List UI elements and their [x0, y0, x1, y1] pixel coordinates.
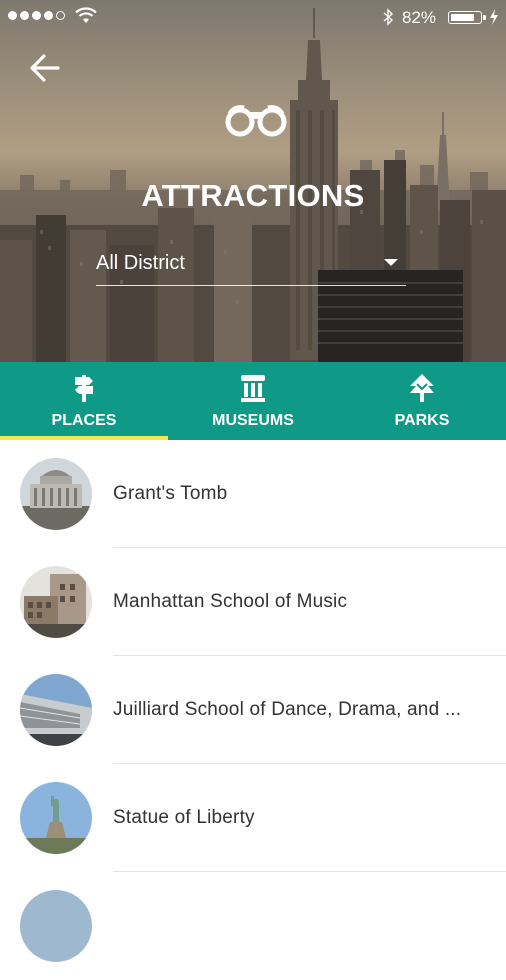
tab-places-label: PLACES — [51, 412, 117, 429]
header-hero: 82% ATTRACTIONS All District — [0, 0, 506, 362]
tab-museums-label: MUSEUMS — [212, 412, 294, 429]
museum-icon — [241, 375, 265, 402]
battery-icon — [448, 11, 486, 24]
place-thumbnail — [20, 890, 92, 962]
list-item[interactable]: Statue of Liberty — [0, 764, 506, 872]
back-arrow-icon[interactable] — [28, 52, 62, 84]
tree-icon — [410, 374, 434, 402]
tab-parks-label: PARKS — [394, 412, 450, 429]
wifi-icon — [75, 7, 97, 23]
binoculars-icon — [225, 105, 287, 137]
list-item[interactable]: Juilliard School of Dance, Drama, and ..… — [0, 656, 506, 764]
signal-dot — [44, 11, 53, 20]
district-dropdown[interactable]: All District — [96, 250, 406, 286]
signal-dot — [32, 11, 41, 20]
tab-places[interactable]: PLACES — [0, 362, 168, 440]
list-item[interactable] — [0, 872, 506, 980]
signal-dot — [8, 11, 17, 20]
tab-parks[interactable]: PARKS — [338, 362, 506, 440]
page-title: ATTRACTIONS — [141, 178, 365, 213]
list-item[interactable]: Grant's Tomb — [0, 440, 506, 548]
tab-museums[interactable]: MUSEUMS — [169, 362, 337, 440]
bluetooth-icon — [383, 8, 394, 26]
signpost-icon — [75, 375, 93, 402]
list-item[interactable]: Manhattan School of Music — [0, 548, 506, 656]
place-name: Statue of Liberty — [113, 807, 255, 828]
dropdown-underline — [96, 285, 406, 286]
place-thumbnail — [20, 566, 92, 638]
place-name: Grant's Tomb — [113, 483, 228, 504]
place-thumbnail — [20, 674, 92, 746]
charging-icon — [490, 9, 498, 25]
status-bar: 82% — [0, 0, 506, 34]
district-selected-value: All District — [96, 252, 185, 274]
place-thumbnail — [20, 458, 92, 530]
dropdown-caret-icon — [384, 259, 398, 266]
signal-strength-icon — [8, 11, 65, 20]
battery-percent: 82% — [402, 8, 437, 27]
category-tabs: PLACES MUSEUMS PARKS — [0, 362, 506, 440]
place-thumbnail — [20, 782, 92, 854]
signal-dot — [56, 11, 65, 20]
place-name: Juilliard School of Dance, Drama, and ..… — [113, 699, 462, 720]
place-name: Manhattan School of Music — [113, 591, 348, 612]
signal-dot — [20, 11, 29, 20]
